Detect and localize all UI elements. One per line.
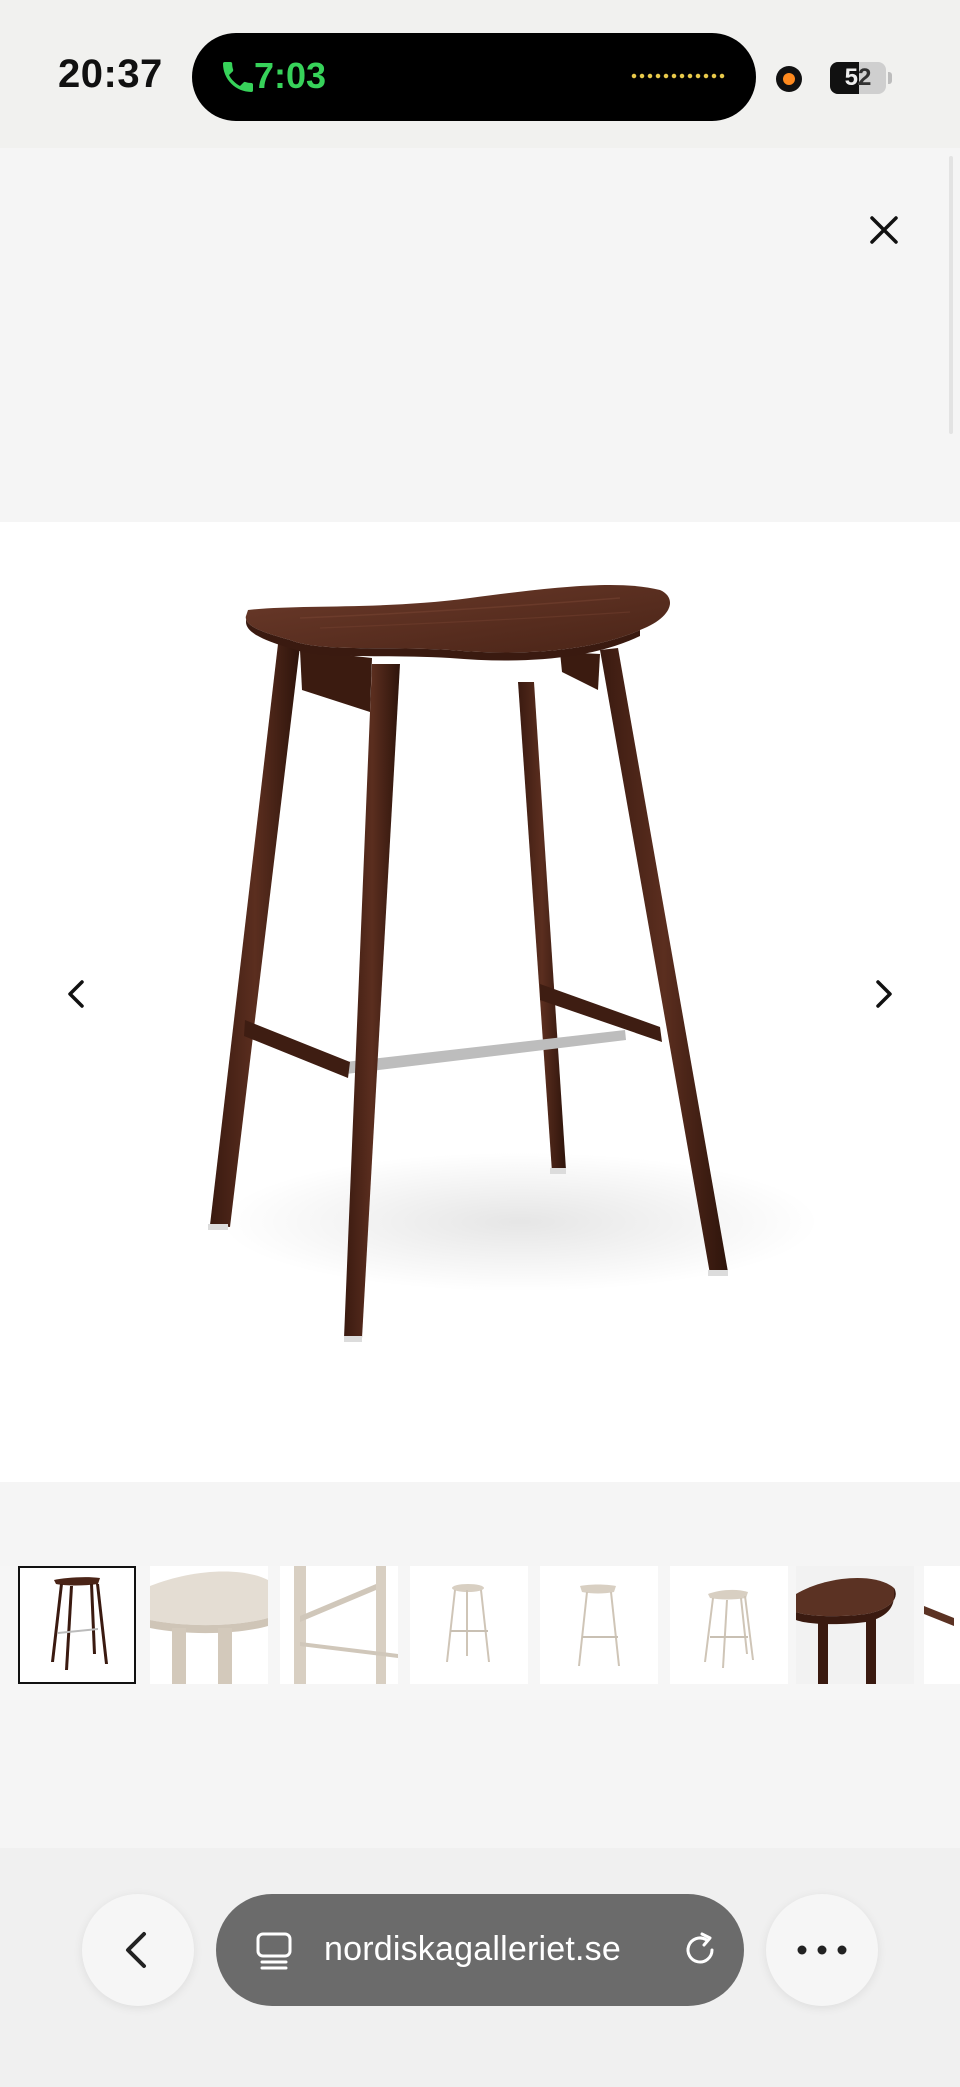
thumbnail-ash-stool-front[interactable]: [410, 1566, 528, 1684]
product-image[interactable]: [0, 522, 960, 1482]
chevron-left-icon[interactable]: [48, 966, 104, 1022]
status-time: 20:37: [58, 52, 163, 96]
chevron-left-icon: [126, 1932, 146, 1968]
thumbnail-walnut-seat-closeup[interactable]: [796, 1566, 914, 1684]
thumbnail-ash-stool-side[interactable]: [540, 1566, 658, 1684]
tabs-icon[interactable]: [252, 1928, 296, 1972]
more-button[interactable]: [766, 1894, 878, 2006]
address-bar[interactable]: nordiskagalleriet.se: [216, 1894, 744, 2006]
browser-toolbar: nordiskagalleriet.se: [0, 1848, 960, 2087]
thumbnail-ash-stool-angle[interactable]: [670, 1566, 788, 1684]
call-duration: 7:03: [254, 55, 327, 96]
phone-icon: [223, 62, 253, 92]
dynamic-island[interactable]: 7:03: [192, 33, 756, 121]
back-button[interactable]: [82, 1894, 194, 2006]
reload-icon[interactable]: [678, 1928, 722, 1972]
battery-cap: [888, 72, 892, 84]
walnut-bar-stool-image: [208, 584, 820, 1342]
recording-indicator-icon: [776, 66, 802, 92]
audio-waveform-icon: [630, 73, 726, 79]
scrollbar[interactable]: [949, 156, 953, 434]
chevron-right-icon[interactable]: [856, 966, 912, 1022]
more-icon: [797, 1945, 847, 1955]
thumbnail-walnut-edge-detail[interactable]: [924, 1566, 960, 1684]
thumbnail-ash-seat-closeup[interactable]: [150, 1566, 268, 1684]
thumbnail-walnut-stool[interactable]: [18, 1566, 136, 1684]
status-bar: 20:37 7:03 52: [0, 0, 960, 148]
battery-level: 52: [844, 64, 872, 91]
close-icon[interactable]: [862, 208, 906, 252]
thumbnail-ash-leg-detail[interactable]: [280, 1566, 398, 1684]
thumbnail-strip[interactable]: [0, 1566, 960, 1700]
battery-icon: 52: [830, 62, 886, 94]
url-text: nordiskagalleriet.se: [324, 1930, 621, 1968]
